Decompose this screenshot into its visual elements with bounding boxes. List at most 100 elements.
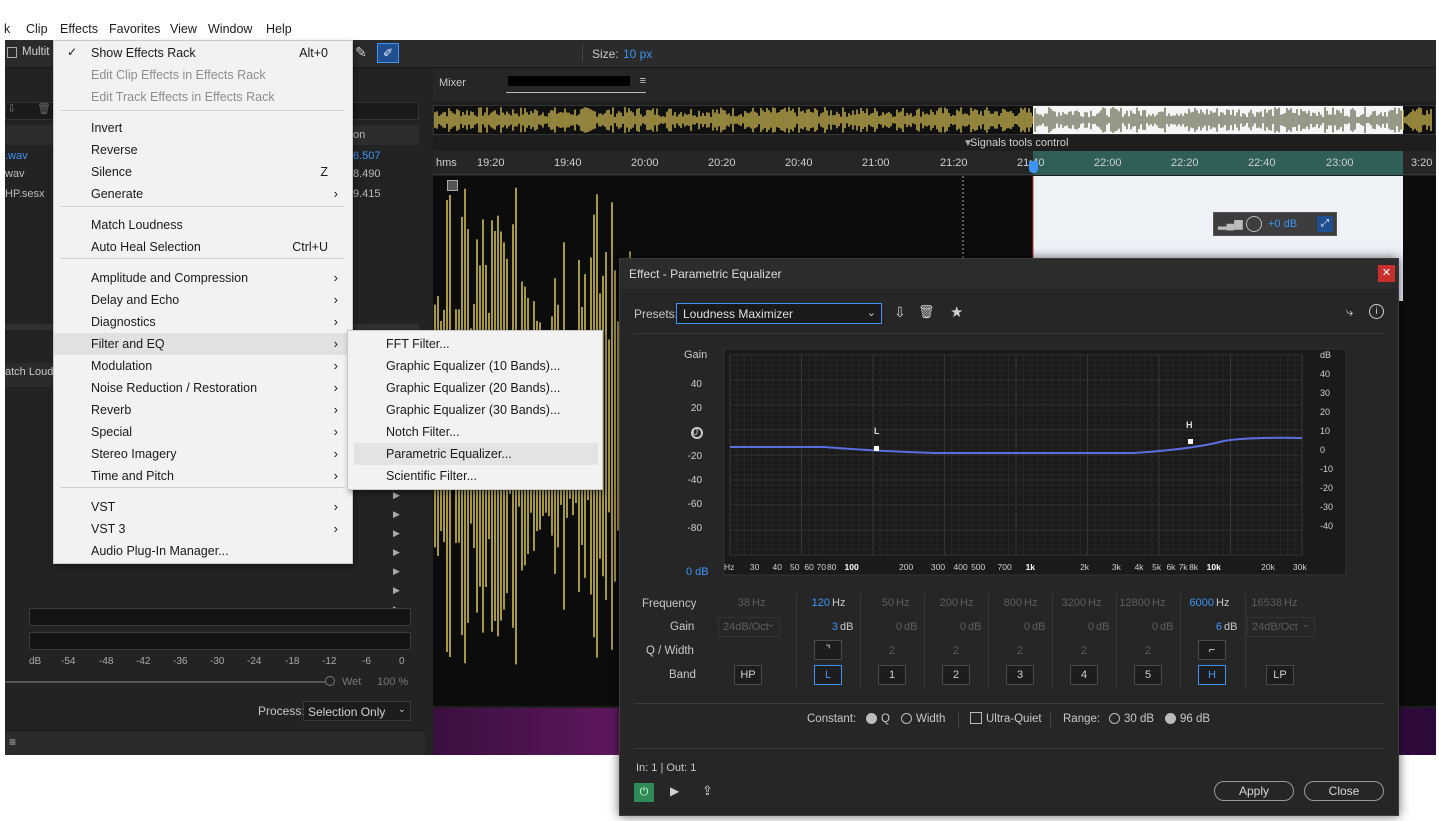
effects-menu-item[interactable]: Filter and EQ ›	[54, 333, 352, 355]
delete-preset-icon[interactable]: 🗑	[918, 304, 935, 320]
band-gain-value[interactable]: 0	[960, 621, 966, 633]
slot-arrow[interactable]: ▶	[393, 585, 400, 596]
wet-slider-knob[interactable]	[325, 676, 335, 686]
eq-graph[interactable]	[634, 345, 1384, 579]
file-dropdown[interactable]: ≡	[506, 74, 646, 93]
slot-arrow[interactable]: ▶	[393, 528, 400, 539]
column-header-duration[interactable]: on	[353, 129, 365, 141]
band-button[interactable]: LP	[1266, 665, 1294, 685]
slot-arrow[interactable]: ▶	[393, 547, 400, 558]
process-dropdown[interactable]: Selection Only ⌄	[303, 701, 411, 721]
band-button[interactable]: 4	[1070, 665, 1098, 685]
close-icon[interactable]: ✕	[1378, 265, 1395, 282]
slot-arrow[interactable]: ▶	[393, 509, 400, 520]
knob-icon[interactable]	[1246, 216, 1262, 232]
band-gain-value[interactable]: 0	[1088, 621, 1094, 633]
submenu-item[interactable]: Graphic Equalizer (30 Bands)...	[354, 399, 598, 421]
rack-title[interactable]: atch Loud	[5, 366, 53, 378]
file-name-0[interactable]: .wav	[5, 150, 28, 168]
menu-help[interactable]: Help	[266, 22, 292, 36]
menu-favorites[interactable]: Favorites	[109, 22, 160, 36]
close-button[interactable]: Close	[1304, 781, 1384, 801]
trash-icon[interactable]: 🗑	[37, 102, 51, 115]
submenu-item[interactable]: Scientific Filter...	[354, 465, 598, 487]
band-button[interactable]: 3	[1006, 665, 1034, 685]
favorite-star-icon[interactable]: ★	[950, 303, 963, 321]
size-value[interactable]: 10 px	[623, 47, 652, 61]
band-q-value[interactable]: 2	[953, 645, 959, 657]
range-96-radio[interactable]	[1165, 713, 1176, 724]
band-button[interactable]: HP	[734, 665, 762, 685]
hud-gain-control[interactable]: ▂▄▆ +0 dB ⤢	[1213, 212, 1337, 236]
wet-value[interactable]: 100 %	[377, 676, 408, 688]
submenu-item[interactable]: Graphic Equalizer (10 Bands)...	[354, 355, 598, 377]
effects-menu-item[interactable]: Reverb ›	[54, 399, 352, 421]
band-button[interactable]: 1	[878, 665, 906, 685]
q-radio[interactable]	[866, 713, 877, 724]
submenu-item[interactable]: Notch Filter...	[354, 421, 598, 443]
band-gain-value[interactable]: 0	[1152, 621, 1158, 633]
low-shelf-icon[interactable]: ⌝	[814, 640, 842, 660]
effects-menu-item[interactable]: Match Loudness	[54, 214, 352, 236]
timeline-ruler[interactable]: hms 19:20 19:40 20:00 20:20 20:40 21:00 …	[433, 151, 1436, 175]
effects-menu-item[interactable]: Generate ›	[54, 183, 352, 205]
save-preset-icon[interactable]: ⇩	[894, 304, 906, 321]
effects-menu-item[interactable]: Audio Plug-In Manager...	[54, 540, 352, 562]
range-30-radio[interactable]	[1109, 713, 1120, 724]
band-button[interactable]: H	[1198, 665, 1226, 685]
zero-db-label[interactable]: 0 dB	[686, 566, 709, 578]
spot-heal-icon[interactable]: ✐	[377, 43, 399, 63]
power-icon[interactable]: ⏻	[634, 783, 654, 802]
band-gain-value[interactable]: 3	[832, 621, 838, 633]
effects-menu-item[interactable]: VST ›	[54, 496, 352, 518]
band-q-value[interactable]: 2	[1017, 645, 1023, 657]
menu-clip[interactable]: Clip	[26, 22, 48, 36]
band-frequency-value[interactable]: 800	[1004, 597, 1022, 609]
band-q-value[interactable]: 2	[1081, 645, 1087, 657]
routing-icon[interactable]: ⤷	[1346, 304, 1353, 320]
effects-menu-item[interactable]: Special ›	[54, 421, 352, 443]
effects-menu-item[interactable]: Auto Heal Selection Ctrl+U	[54, 236, 352, 258]
menu-view[interactable]: View	[170, 22, 197, 36]
band-slope-dropdown[interactable]: 24dB/Oct ⌄	[718, 617, 780, 637]
band-gain-value[interactable]: 0	[896, 621, 902, 633]
multitrack-icon[interactable]	[7, 47, 17, 58]
effects-menu-item[interactable]: Time and Pitch ›	[54, 465, 352, 487]
play-icon[interactable]: ▶	[670, 784, 679, 798]
band-frequency-value[interactable]: 38	[738, 597, 750, 609]
hamburger-icon[interactable]: ≡	[9, 735, 16, 749]
band-frequency-value[interactable]: 12800	[1119, 597, 1150, 609]
file-name-1[interactable]: wav	[5, 168, 25, 186]
band-frequency-value[interactable]: 120	[812, 597, 830, 609]
band-button[interactable]: 5	[1134, 665, 1162, 685]
effects-menu-item[interactable]: Edit Track Effects in Effects Rack	[54, 86, 352, 108]
effects-menu-item[interactable]: Amplitude and Compression ›	[54, 267, 352, 289]
overview-waveform[interactable]	[433, 105, 1436, 135]
effects-menu-item[interactable]: Stereo Imagery ›	[54, 443, 352, 465]
submenu-item[interactable]: Parametric Equalizer...	[354, 443, 598, 465]
band-frequency-value[interactable]: 50	[882, 597, 894, 609]
band-button[interactable]: L	[814, 665, 842, 685]
band-frequency-value[interactable]: 6000	[1190, 597, 1214, 609]
band-gain-value[interactable]: 0	[1024, 621, 1030, 633]
band-frequency-value[interactable]: 200	[940, 597, 958, 609]
effects-menu-item[interactable]: Delay and Echo ›	[54, 289, 352, 311]
workspace-label[interactable]: Multit	[22, 46, 49, 58]
apply-button[interactable]: Apply	[1214, 781, 1294, 801]
playhead-icon[interactable]	[1029, 161, 1038, 173]
effects-menu-item[interactable]: ✓ Show Effects Rack Alt+0	[54, 42, 352, 64]
effects-menu-item[interactable]: VST 3 ›	[54, 518, 352, 540]
effects-menu-item[interactable]: Modulation ›	[54, 355, 352, 377]
brush-icon[interactable]: ✎	[355, 44, 367, 61]
slot-arrow[interactable]: ▶	[393, 566, 400, 577]
ultra-quiet-checkbox[interactable]	[970, 712, 982, 724]
width-radio[interactable]	[901, 713, 912, 724]
band-q-value[interactable]: 2	[889, 645, 895, 657]
effects-menu-item[interactable]: Reverse	[54, 139, 352, 161]
effects-menu-item[interactable]: Silence Z	[54, 161, 352, 183]
hud-gain-value[interactable]: +0 dB	[1268, 218, 1297, 230]
effects-menu-item[interactable]: Noise Reduction / Restoration ›	[54, 377, 352, 399]
file-name-2[interactable]: HP.sesx	[5, 188, 45, 206]
effects-menu-item[interactable]: Edit Clip Effects in Effects Rack	[54, 64, 352, 86]
band-slope-dropdown[interactable]: 24dB/Oct ⌄	[1247, 617, 1315, 637]
